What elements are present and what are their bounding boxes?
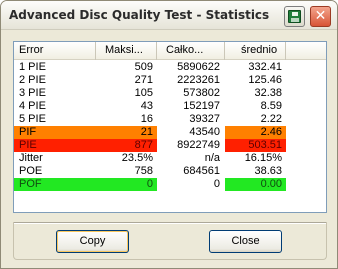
cell-error-name: PIF: [14, 126, 96, 139]
close-button[interactable]: Close: [209, 230, 282, 253]
statistics-table: Error Maksi... Całko... średnio 1 PIE 509…: [13, 41, 327, 213]
table-row[interactable]: POF 0 0 0.00: [14, 178, 326, 191]
cell-max: 758: [134, 165, 153, 177]
table-row[interactable]: PIF 21 43540 2.46: [14, 126, 326, 139]
copy-button[interactable]: Copy: [56, 230, 129, 253]
window-title: Advanced Disc Quality Test - Statistics: [9, 8, 270, 22]
table-row[interactable]: 1 PIE 509 5890622 332.41: [14, 61, 326, 74]
column-header-max[interactable]: Maksi...: [96, 42, 157, 60]
table-row[interactable]: 2 PIE 271 2223261 125.46: [14, 74, 326, 87]
cell-average: 503.51: [225, 139, 286, 152]
cell-max: 877: [96, 139, 157, 152]
table-row[interactable]: 4 PIE 43 152197 8.59: [14, 100, 326, 113]
cell-max: 0: [96, 178, 157, 191]
cell-average: 32.38: [254, 87, 282, 99]
cell-average: 332.41: [248, 61, 282, 73]
cell-max: 21: [96, 126, 157, 139]
cell-error-name: POE: [19, 165, 43, 177]
cell-average: 16.15%: [244, 152, 282, 164]
cell-total: 39327: [189, 113, 220, 125]
table-row[interactable]: 3 PIE 105 573802 32.38: [14, 87, 326, 100]
cell-error-name: 2 PIE: [19, 74, 46, 86]
table-row[interactable]: PIE 877 8922749 503.51: [14, 139, 326, 152]
table-row[interactable]: Jitter 23.5% n/a 16.15%: [14, 152, 326, 165]
close-icon: ✕: [314, 8, 327, 24]
cell-total: 2223261: [177, 74, 220, 86]
cell-max: 16: [140, 113, 153, 125]
table-body: 1 PIE 509 5890622 332.41 2 PIE 271 2223261 125.…: [14, 61, 326, 191]
table-row[interactable]: 5 PIE 16 39327 2.22: [14, 113, 326, 126]
cell-error-name: 4 PIE: [19, 100, 46, 112]
cell-total: 152197: [183, 100, 220, 112]
statistics-window: Advanced Disc Quality Test - Statistics …: [0, 0, 338, 269]
cell-total: 573802: [183, 87, 220, 99]
cell-error-name: PIE: [14, 139, 96, 152]
cell-error-name: 1 PIE: [19, 61, 46, 73]
title-bar[interactable]: Advanced Disc Quality Test - Statistics …: [1, 1, 337, 30]
cell-total: 5890622: [177, 61, 220, 73]
cell-average: 0.00: [225, 178, 286, 191]
cell-error-name: 5 PIE: [19, 113, 46, 125]
column-header-error[interactable]: Error: [14, 42, 96, 60]
table-row[interactable]: POE 758 684561 38.63: [14, 165, 326, 178]
column-header-total[interactable]: Całko...: [157, 42, 225, 60]
cell-average: 2.46: [225, 126, 286, 139]
cell-max: 23.5%: [121, 152, 153, 164]
cell-average: 38.63: [254, 165, 282, 177]
table-header: Error Maksi... Całko... średnio: [14, 42, 326, 60]
cell-error-name: POF: [14, 178, 96, 191]
save-button[interactable]: [284, 6, 305, 27]
cell-max: 105: [134, 87, 153, 99]
cell-max: 271: [134, 74, 153, 86]
cell-total: 684561: [183, 165, 220, 177]
window-close-button[interactable]: ✕: [310, 6, 331, 27]
floppy-disk-icon: [288, 10, 301, 23]
cell-average: 2.22: [260, 113, 282, 125]
cell-total: 0: [213, 178, 220, 190]
cell-total: 43540: [189, 126, 220, 138]
cell-error-name: 3 PIE: [19, 87, 46, 99]
cell-total: 8922749: [177, 139, 220, 151]
cell-average: 8.59: [260, 100, 282, 112]
cell-max: 43: [140, 100, 153, 112]
cell-error-name: Jitter: [19, 152, 43, 164]
column-header-average[interactable]: średnio: [225, 42, 286, 60]
cell-total: n/a: [204, 152, 220, 164]
cell-average: 125.46: [248, 74, 282, 86]
cell-max: 509: [134, 61, 153, 73]
